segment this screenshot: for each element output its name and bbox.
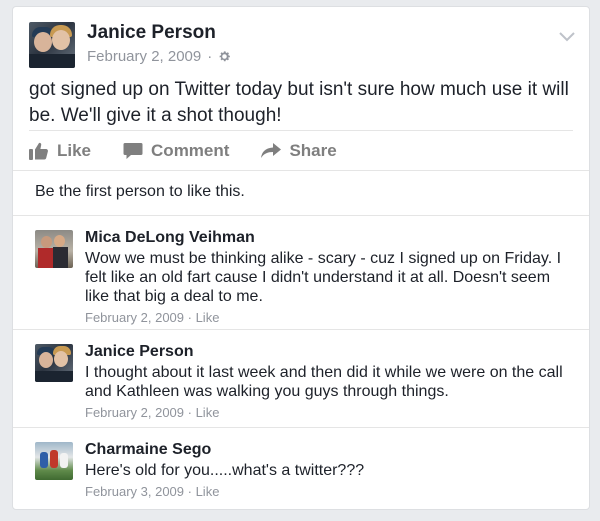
share-label: Share xyxy=(289,140,337,160)
post-date[interactable]: February 2, 2009 xyxy=(87,48,201,65)
comment-like-link[interactable]: Like xyxy=(196,310,220,325)
commenter-avatar[interactable] xyxy=(35,230,73,268)
comment-button[interactable]: Comment xyxy=(123,141,229,161)
comment-meta: February 2, 2009 · Like xyxy=(85,310,575,326)
like-button[interactable]: Like xyxy=(29,141,91,161)
action-bar: Like Comment Share xyxy=(29,130,573,170)
share-button[interactable]: Share xyxy=(261,140,337,161)
author-avatar[interactable] xyxy=(29,22,75,68)
commenter-name[interactable]: Charmaine Sego xyxy=(85,440,575,460)
post-card: Janice Person February 2, 2009 · got sig… xyxy=(12,6,590,510)
likes-summary: Be the first person to like this. xyxy=(13,170,589,215)
comment-meta: February 3, 2009 · Like xyxy=(85,484,575,500)
meta-separator: · xyxy=(184,484,196,499)
commenter-name[interactable]: Janice Person xyxy=(85,342,575,362)
comment-date[interactable]: February 2, 2009 xyxy=(85,310,184,325)
share-arrow-icon xyxy=(261,142,282,159)
comment-meta: February 2, 2009 · Like xyxy=(85,405,575,421)
post-text: got signed up on Twitter today but isn't… xyxy=(29,79,569,126)
comment-like-link[interactable]: Like xyxy=(196,405,220,420)
comment-text: Wow we must be thinking alike - scary - … xyxy=(85,250,562,305)
meta-separator: · xyxy=(184,405,196,420)
like-label: Like xyxy=(57,140,92,160)
comment-item: Mica DeLong Veihman Wow we must be think… xyxy=(13,215,589,329)
comment-like-link[interactable]: Like xyxy=(196,484,220,499)
comment-label: Comment xyxy=(151,140,230,160)
meta-separator: · xyxy=(184,310,196,325)
meta-separator: · xyxy=(207,48,213,65)
speech-bubble-icon xyxy=(123,142,143,160)
comment-date[interactable]: February 3, 2009 xyxy=(85,484,184,499)
chevron-down-icon[interactable] xyxy=(559,29,575,42)
post-header: Janice Person February 2, 2009 · xyxy=(29,22,569,70)
commenter-avatar[interactable] xyxy=(35,442,73,480)
thumbs-up-icon xyxy=(29,142,49,160)
commenter-name[interactable]: Mica DeLong Veihman xyxy=(85,228,575,248)
comment-item: Janice Person I thought about it last we… xyxy=(13,329,589,427)
commenter-avatar[interactable] xyxy=(35,344,73,382)
comment-date[interactable]: February 2, 2009 xyxy=(85,405,184,420)
author-name[interactable]: Janice Person xyxy=(87,22,216,44)
post-meta: February 2, 2009 · xyxy=(87,48,231,65)
comment-item: Charmaine Sego Here's old for you.....wh… xyxy=(13,427,589,509)
comment-text: I thought about it last week and then di… xyxy=(85,364,563,400)
comment-text: Here's old for you.....what's a twitter?… xyxy=(85,462,365,479)
gear-icon[interactable] xyxy=(218,50,231,63)
